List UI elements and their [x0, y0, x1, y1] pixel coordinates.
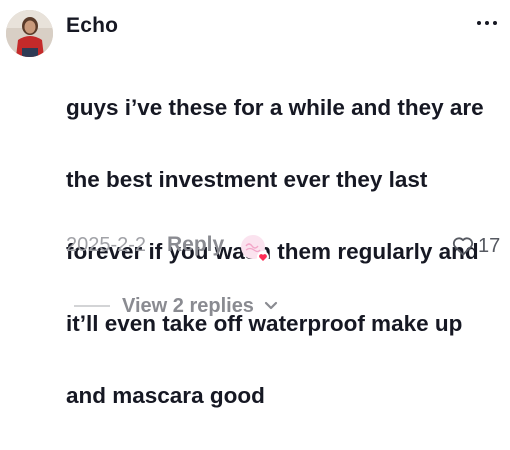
more-options-button[interactable]	[470, 10, 504, 36]
chevron-down-icon	[264, 301, 278, 310]
comment-text-line: the best investment ever they last	[66, 167, 428, 192]
avatar-image	[6, 10, 53, 57]
comment-text-line: and mascara good	[66, 383, 265, 408]
heart-outline-icon	[452, 237, 474, 256]
view-replies-button[interactable]: View 2 replies	[74, 292, 278, 320]
avatar[interactable]	[6, 10, 53, 57]
creator-liked-badge-icon[interactable]	[240, 234, 270, 264]
like-count: 17	[478, 234, 501, 257]
view-replies-label: View 2 replies	[122, 294, 254, 317]
comment-username[interactable]: Echo	[66, 14, 118, 38]
divider-line	[74, 305, 110, 307]
comment-text-line: guys i’ve these for a while and they are	[66, 95, 484, 120]
comment-item: Echo guys i’ve these for a while and the…	[0, 0, 510, 408]
comment-date: 2025-2-2	[66, 234, 147, 256]
like-button[interactable]: 17	[452, 232, 500, 260]
reply-button[interactable]: Reply	[167, 233, 224, 257]
